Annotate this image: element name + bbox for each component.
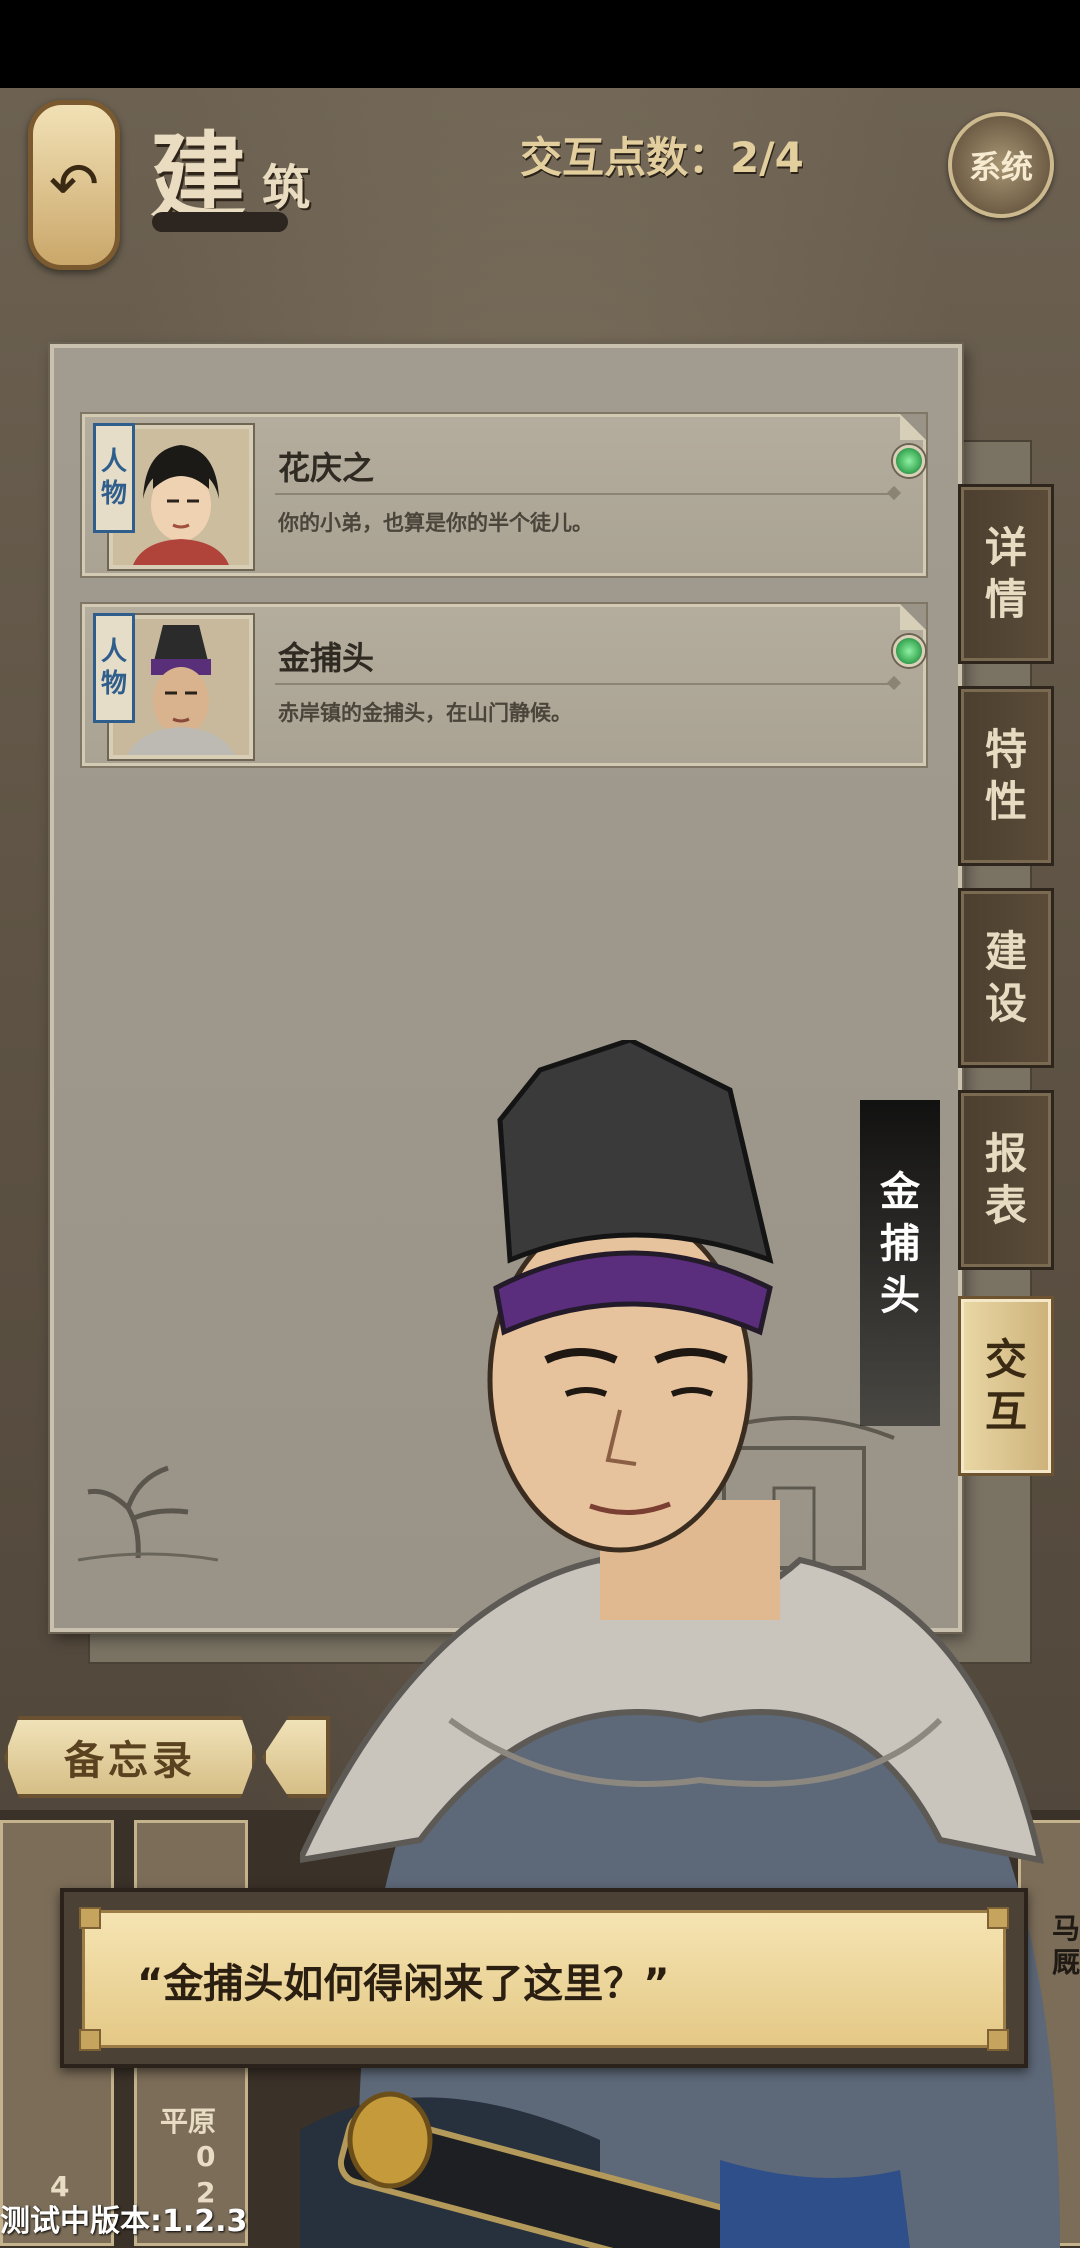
character-name: 金捕头 — [278, 639, 375, 677]
dialog-corner-icon — [79, 1907, 101, 1929]
divider — [275, 493, 893, 495]
card-fold-corner — [900, 604, 926, 630]
character-card[interactable]: 人 物 花庆之 你的小弟，也算是你的半个徒儿。 — [82, 414, 926, 576]
dialog-text: “金捕头如何得闲来了这里？” — [137, 1961, 670, 2007]
version-text: 测试中版本:1.2.3 — [0, 2204, 248, 2239]
dialog-corner-icon — [79, 2029, 101, 2051]
tab-traits[interactable]: 特 性 — [958, 686, 1054, 866]
memo-button[interactable]: 备忘录 — [4, 1716, 256, 1798]
status-indicator-icon — [893, 445, 925, 477]
character-name: 花庆之 — [278, 449, 375, 487]
character-description: 你的小弟，也算是你的半个徒儿。 — [278, 511, 593, 535]
character-card[interactable]: 人 物 金捕头 赤岸镇的金捕头，在山门静候。 — [82, 604, 926, 766]
status-indicator-icon — [893, 635, 925, 667]
dialog-box[interactable]: “金捕头如何得闲来了这里？” — [60, 1888, 1028, 2068]
interaction-points: 交互点数：2/4 — [520, 133, 804, 182]
page-title-sub: 筑 — [262, 160, 311, 216]
character-tag: 人 物 — [93, 423, 135, 533]
system-button-label: 系统 — [968, 148, 1033, 186]
card-fold-corner — [900, 414, 926, 440]
dialog-inner: “金捕头如何得闲来了这里？” — [79, 1907, 1009, 2051]
character-tag: 人 物 — [93, 613, 135, 723]
system-button[interactable]: 系统 — [948, 112, 1054, 218]
title-brush-stroke — [152, 212, 288, 232]
dialog-corner-icon — [987, 1907, 1009, 1929]
divider — [275, 683, 893, 685]
building-label: 平原 — [160, 2105, 217, 2138]
status-bar — [0, 0, 1080, 88]
building-count: 0 — [196, 2140, 216, 2173]
tab-details[interactable]: 详 情 — [958, 484, 1054, 664]
speaker-name-plate: 金 捕 头 — [860, 1100, 940, 1426]
dialog-corner-icon — [987, 2029, 1009, 2051]
back-arrow-icon: ↶ — [48, 150, 100, 220]
back-button[interactable]: ↶ — [28, 100, 120, 270]
tree-sketch-icon — [77, 1465, 219, 1562]
character-description: 赤岸镇的金捕头，在山门静候。 — [278, 701, 572, 725]
